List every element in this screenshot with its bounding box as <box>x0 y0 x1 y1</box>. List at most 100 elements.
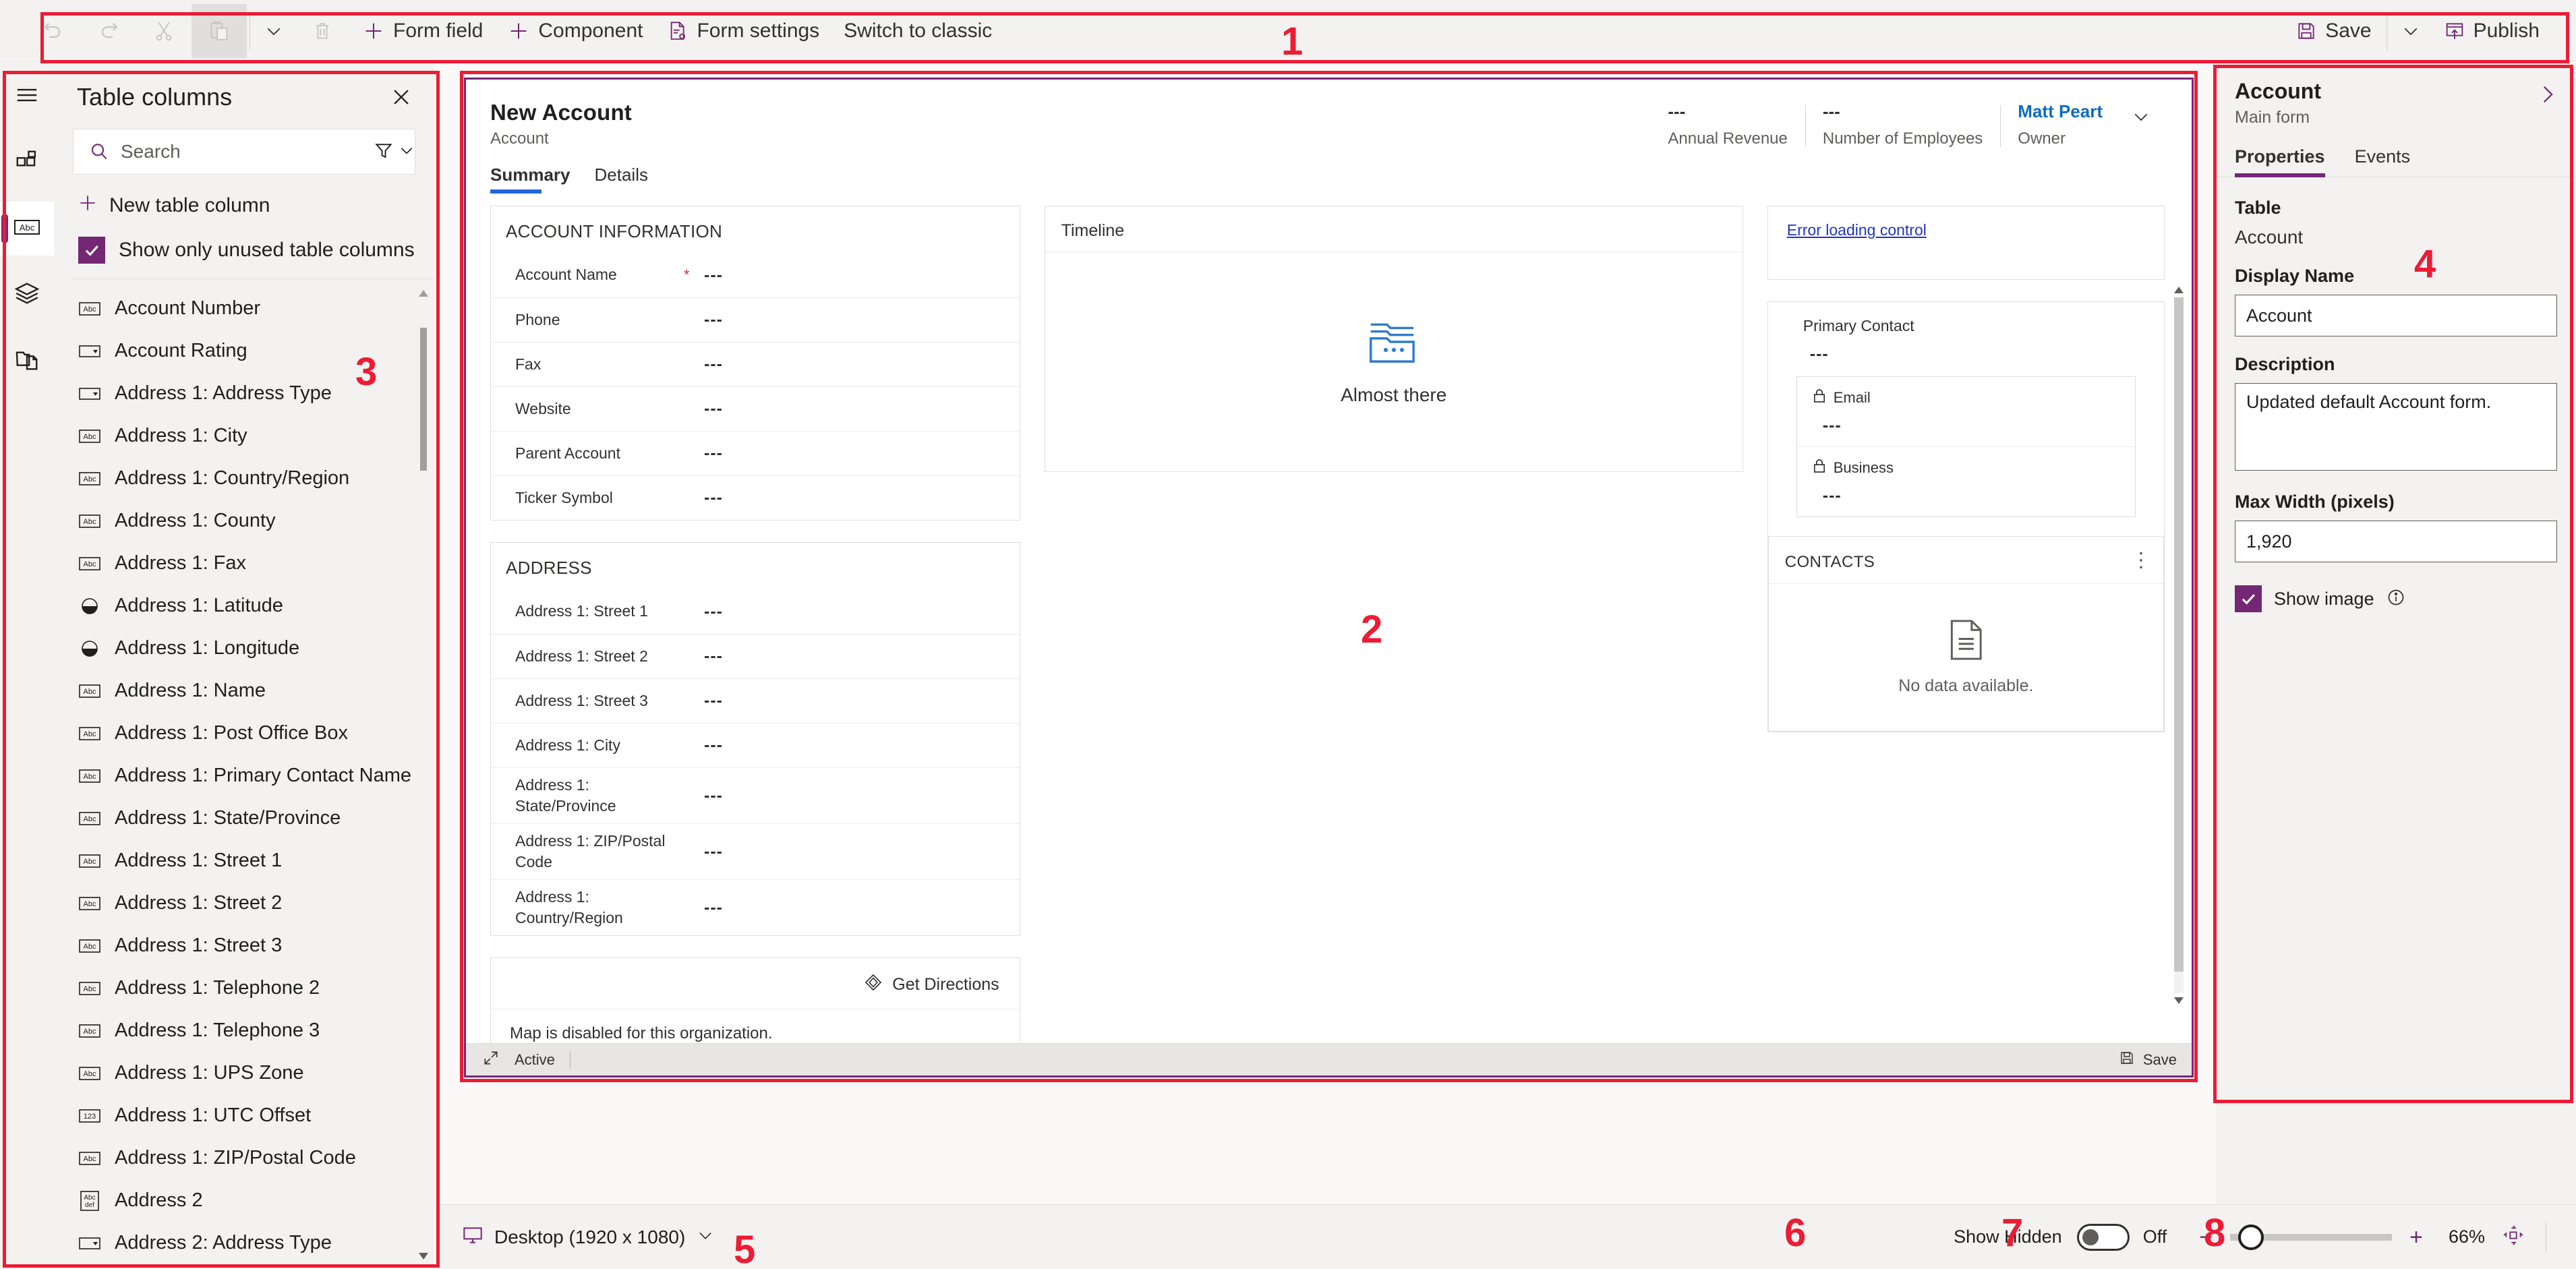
sidebar-item-tree-view[interactable] <box>0 268 54 322</box>
list-item[interactable]: Address 1: Latitude <box>54 585 434 627</box>
delete-icon[interactable] <box>295 4 350 58</box>
map-card[interactable]: Get Directions Map is disabled for this … <box>490 957 1020 1043</box>
list-item[interactable]: Abc Address 1: Street 2 <box>54 882 434 924</box>
zoom-out-button[interactable]: − <box>2191 1226 2221 1249</box>
description-textarea[interactable]: Updated default Account form. <box>2235 383 2557 471</box>
scroll-down-arrow-icon[interactable] <box>418 1250 429 1262</box>
list-item[interactable]: Address 1: Longitude <box>54 627 434 670</box>
form-field-button[interactable]: Form field <box>350 4 495 58</box>
list-item[interactable]: Abc def Address 2 <box>54 1179 434 1222</box>
form-field-row[interactable]: Address 1: Street 2 --- <box>491 634 1020 678</box>
error-loading-control-link[interactable]: Error loading control <box>1787 221 1927 239</box>
zoom-in-button[interactable]: + <box>2401 1226 2431 1249</box>
filter-button[interactable] <box>364 140 426 164</box>
form-field-row[interactable]: Address 1: ZIP/Postal Code --- <box>491 823 1020 879</box>
form-status-save[interactable]: Save <box>2119 1050 2177 1069</box>
scroll-up-arrow-icon[interactable] <box>418 287 429 299</box>
info-icon[interactable] <box>2387 588 2405 610</box>
show-unused-columns-checkbox[interactable]: Show only unused table columns <box>54 229 434 278</box>
tab-properties[interactable]: Properties <box>2235 142 2325 177</box>
new-table-column-button[interactable]: New table column <box>54 175 434 229</box>
paste-chevron-down-icon[interactable] <box>253 4 295 58</box>
list-item[interactable]: Abc Address 1: Post Office Box <box>54 712 434 755</box>
redo-icon[interactable] <box>81 4 136 58</box>
contacts-card[interactable]: CONTACTS No data available. <box>1767 536 2164 732</box>
scrollbar-thumb[interactable] <box>2174 297 2184 972</box>
chevron-right-icon[interactable] <box>2536 79 2576 109</box>
list-item[interactable]: Abc Address 1: ZIP/Postal Code <box>54 1137 434 1179</box>
save-chevron-down-icon[interactable] <box>2390 4 2432 58</box>
list-item[interactable]: Abc Address 1: Name <box>54 670 434 712</box>
max-width-input[interactable] <box>2235 521 2557 562</box>
list-item[interactable]: 123 Address 1: UTC Offset <box>54 1094 434 1137</box>
device-selector[interactable]: Desktop (1920 x 1080) <box>435 1224 715 1249</box>
list-item[interactable]: Abc Address 1: City <box>54 415 434 457</box>
table-columns-list[interactable]: Abc Account Number Account Rating Address 1… <box>54 279 434 1269</box>
form-field-row[interactable]: Address 1: Country/Region --- <box>491 879 1020 935</box>
owner-link[interactable]: Matt Peart <box>2018 102 2103 120</box>
list-item[interactable]: Abc Address 1: UPS Zone <box>54 1052 434 1094</box>
form-settings-button[interactable]: Form settings <box>655 4 831 58</box>
list-item[interactable]: Abc Address 1: Country/Region <box>54 457 434 500</box>
list-item[interactable]: Abc Account Number <box>54 287 434 330</box>
undo-icon[interactable] <box>26 4 81 58</box>
form-preview[interactable]: New Account Account --- Annual Revenue -… <box>464 78 2194 1078</box>
primary-contact-card[interactable]: Primary Contact --- Email --- Business -… <box>1767 301 2165 732</box>
form-field-row[interactable]: Parent Account --- <box>491 431 1020 475</box>
account-information-card[interactable]: ACCOUNT INFORMATION Account Name * --- Phon… <box>490 206 1020 521</box>
form-field-row[interactable]: Address 1: State/Province --- <box>491 767 1020 823</box>
scroll-down-arrow-icon[interactable] <box>2173 993 2185 1008</box>
list-item[interactable]: Abc Address 1: Fax <box>54 542 434 585</box>
display-name-input[interactable] <box>2235 295 2557 336</box>
list-item[interactable]: Abc Address 1: County <box>54 500 434 542</box>
form-field-row[interactable]: Address 1: Street 3 --- <box>491 678 1020 723</box>
search-input[interactable] <box>121 141 364 163</box>
tab-details[interactable]: Details <box>595 160 660 194</box>
form-field-row[interactable]: Phone --- <box>491 297 1020 342</box>
address-card[interactable]: ADDRESS Address 1: Street 1 --- Address 1:… <box>490 542 1020 937</box>
sidebar-item-related-forms[interactable] <box>0 334 54 388</box>
list-item[interactable]: Abc Address 1: Primary Contact Name <box>54 755 434 797</box>
list-item[interactable]: Abc Address 1: Street 3 <box>54 924 434 967</box>
table-columns-scrollbar[interactable] <box>418 287 429 1262</box>
fit-to-screen-button[interactable] <box>2498 1224 2528 1249</box>
error-control-card[interactable]: Error loading control <box>1767 206 2165 280</box>
list-item[interactable]: Address 2: Address Type <box>54 1222 434 1264</box>
form-field-row[interactable]: Fax --- <box>491 342 1020 386</box>
list-item[interactable]: Account Rating <box>54 330 434 372</box>
form-field-row[interactable]: Account Name * --- <box>491 253 1020 297</box>
form-field-row[interactable]: Address 1: City --- <box>491 723 1020 767</box>
show-image-checkbox[interactable]: Show image <box>2235 585 2557 612</box>
form-field-row[interactable]: Ticker Symbol --- <box>491 475 1020 520</box>
form-scrollbar[interactable] <box>2171 283 2186 1008</box>
sidebar-item-hamburger-menu[interactable] <box>0 69 54 123</box>
sidebar-item-table-columns[interactable]: Abc <box>0 202 54 256</box>
list-item[interactable]: Abc Address 1: Street 1 <box>54 839 434 882</box>
list-item[interactable]: Abc Address 1: State/Province <box>54 797 434 839</box>
save-button[interactable]: Save <box>2283 4 2383 58</box>
get-directions-button[interactable]: Get Directions <box>864 973 999 997</box>
switch-to-classic-button[interactable]: Switch to classic <box>831 4 1004 58</box>
list-item[interactable]: Address 1: Address Type <box>54 372 434 415</box>
tab-events[interactable]: Events <box>2355 142 2411 177</box>
tab-summary[interactable]: Summary <box>490 160 583 194</box>
search-box[interactable] <box>73 129 415 175</box>
form-field-row[interactable]: Website --- <box>491 386 1020 431</box>
component-button[interactable]: Component <box>495 4 655 58</box>
publish-button[interactable]: Publish <box>2432 4 2552 58</box>
list-item[interactable]: Abc Address 1: Telephone 3 <box>54 1009 434 1052</box>
list-item[interactable]: Abc Address 1: Telephone 2 <box>54 967 434 1009</box>
form-field-row[interactable]: Address 1: Street 1 --- <box>491 589 1020 634</box>
scrollbar-thumb[interactable] <box>420 328 427 471</box>
paste-icon[interactable] <box>192 3 247 58</box>
timeline-card[interactable]: Timeline Almost there <box>1044 206 1743 472</box>
scroll-up-arrow-icon[interactable] <box>2173 283 2185 297</box>
zoom-slider[interactable] <box>2230 1224 2393 1250</box>
close-icon[interactable] <box>386 82 417 113</box>
sidebar-item-components[interactable] <box>0 136 54 189</box>
zoom-slider-knob[interactable] <box>2238 1224 2264 1250</box>
cut-icon[interactable] <box>136 4 192 58</box>
more-vertical-icon[interactable] <box>2134 550 2148 574</box>
show-hidden-toggle[interactable] <box>2076 1223 2130 1251</box>
header-chevron-down-icon[interactable] <box>2120 102 2157 130</box>
